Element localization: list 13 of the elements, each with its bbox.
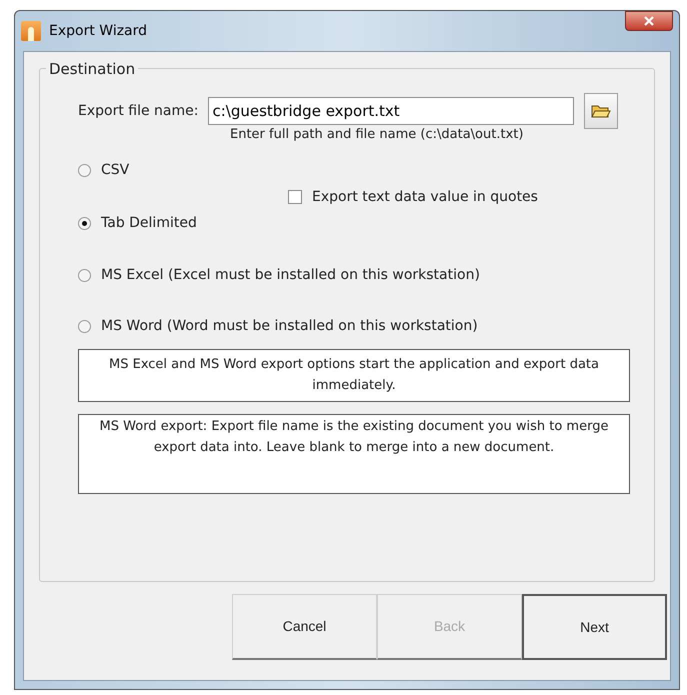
radio-label: Tab Delimited: [101, 214, 197, 233]
hint-text: Enter full path and file name (c:\data\out.txt): [230, 126, 524, 144]
dialog-button[interactable]: Cancel: [232, 594, 377, 660]
radio-label: CSV: [101, 161, 130, 180]
radio-label: MS Excel (Excel must be installed on this workstation): [101, 266, 480, 285]
radio-label: MS Word (Word must be installed on this workstation): [101, 317, 478, 336]
note-box: MS Word export: Export file name is the existing document you wish to merge export data into. Leave blank to merge into a new document.: [78, 414, 630, 494]
note-box: MS Excel and MS Word export options start the application and export data immediately.: [78, 348, 630, 402]
checkbox-label: Export text data value in quotes: [312, 188, 538, 206]
default-button[interactable]: Next: [522, 594, 667, 660]
file-name-field[interactable]: c:\guestbridge export.txt: [208, 97, 574, 125]
window-title: Export Wizard: [49, 22, 148, 40]
field-label: Export file name:: [78, 102, 198, 120]
